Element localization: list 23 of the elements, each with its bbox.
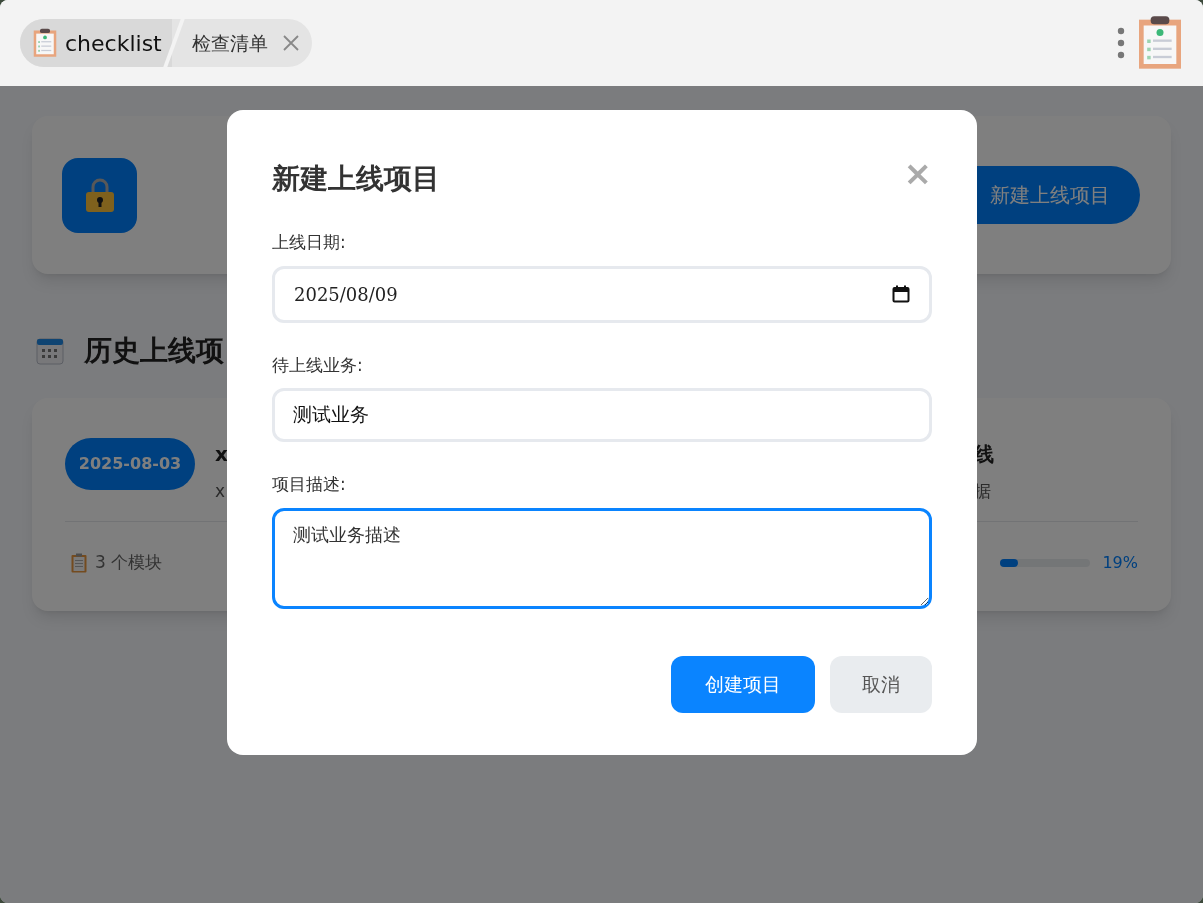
section-title: 历史上线项 <box>84 333 224 369</box>
field-label: 项目描述: <box>272 473 347 496</box>
lock-icon <box>84 177 115 213</box>
create-button[interactable]: 创建项目 <box>671 655 815 713</box>
field-label: 待上线业务: <box>272 353 364 377</box>
more-menu-icon[interactable] <box>1117 27 1125 59</box>
field-label: 上线日期: <box>272 231 347 254</box>
project-description: x <box>215 480 227 503</box>
business-input[interactable]: 测试业务 <box>272 388 932 442</box>
date-field[interactable]: 2025/08/09 <box>272 265 932 323</box>
description-textarea[interactable]: 测试业务描述 <box>272 507 932 609</box>
calendar-icon <box>36 337 64 365</box>
project-title: x <box>215 441 228 468</box>
progress-percent: 19% <box>1102 551 1138 574</box>
clipboard-icon <box>71 552 87 573</box>
close-icon[interactable] <box>281 34 300 52</box>
module-count: 3 个模块 <box>95 551 163 574</box>
cancel-button[interactable]: 取消 <box>830 655 932 713</box>
date-badge: 2025-08-03 <box>65 438 195 490</box>
tab-label[interactable]: 检查清单 <box>191 28 268 58</box>
dialog-title: 新建上线项目 <box>272 161 440 197</box>
clipboard-icon <box>31 28 59 58</box>
calendar-icon[interactable] <box>892 285 910 303</box>
